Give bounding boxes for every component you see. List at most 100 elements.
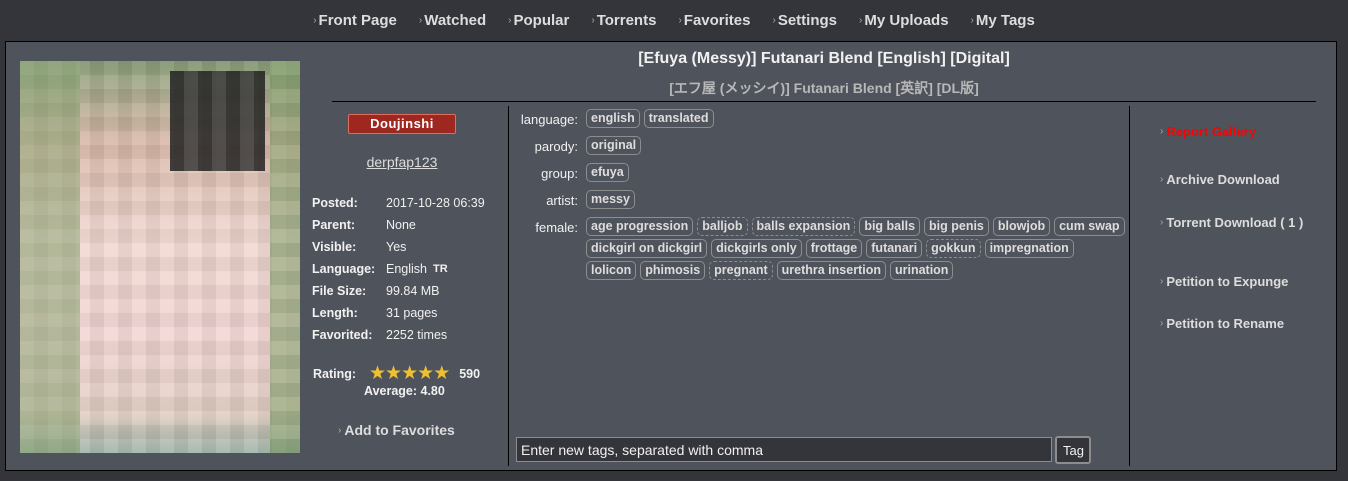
meta-value: 31 pages xyxy=(386,306,438,320)
meta-value: Yes xyxy=(386,240,407,254)
nav-label: Torrents xyxy=(596,11,657,29)
nav-label: My Tags xyxy=(975,11,1035,29)
meta-value: None xyxy=(386,218,416,232)
action-torrent-download-1[interactable]: › Torrent Download ( 1 ) xyxy=(1160,215,1303,230)
tag-group-list: age progression balljob balls expansion big… xyxy=(586,217,1126,280)
action-label: Petition to Expunge xyxy=(1166,274,1289,289)
tag-item[interactable]: impregnation xyxy=(984,239,1074,258)
nav-front-page[interactable]: › Front Page xyxy=(313,12,397,29)
nav-popular[interactable]: › Popular xyxy=(508,12,569,29)
nav-label: Favorites xyxy=(683,11,751,29)
tag-group: artist: messy xyxy=(514,190,1126,211)
rating-label: Rating: xyxy=(313,366,357,381)
tag-item[interactable]: efuya xyxy=(586,163,629,182)
chevron-right-icon: › xyxy=(1160,276,1164,287)
add-to-favorites-link[interactable]: › Add to Favorites xyxy=(338,422,455,438)
action-archive-download[interactable]: › Archive Download xyxy=(1160,172,1280,187)
tag-item[interactable]: urination xyxy=(889,261,954,280)
category-badge[interactable]: Doujinshi xyxy=(348,114,456,134)
new-tag-input[interactable] xyxy=(516,437,1052,462)
meta-key: Visible: xyxy=(312,240,357,254)
chevron-right-icon: › xyxy=(970,14,974,26)
chevron-right-icon: › xyxy=(772,14,776,26)
chevron-right-icon: › xyxy=(1160,126,1164,137)
meta-row: Favorited: 2252 times xyxy=(312,324,485,346)
tag-item[interactable]: dickgirl on dickgirl xyxy=(586,239,708,258)
star-icon[interactable]: ★ xyxy=(385,362,402,385)
nav-label: My Uploads xyxy=(864,11,949,29)
tag-group: group: efuya xyxy=(514,163,1126,184)
tag-item[interactable]: frottage xyxy=(805,239,863,258)
star-icon[interactable]: ★ xyxy=(417,362,434,385)
nav-label: Front Page xyxy=(318,11,397,29)
tag-item[interactable]: urethra insertion xyxy=(776,261,886,280)
nav-watched[interactable]: › Watched xyxy=(419,12,486,29)
chevron-right-icon: › xyxy=(338,424,342,436)
action-petition-to-rename[interactable]: › Petition to Rename xyxy=(1160,316,1284,331)
tag-item[interactable]: age progression xyxy=(586,217,694,236)
star-icon[interactable]: ★ xyxy=(433,362,450,385)
action-petition-to-expunge[interactable]: › Petition to Expunge xyxy=(1160,274,1288,289)
nav-torrents[interactable]: › Torrents xyxy=(591,12,656,29)
action-label: Petition to Rename xyxy=(1166,316,1285,331)
tag-namespace: artist: xyxy=(546,193,578,208)
tag-item[interactable]: big penis xyxy=(924,217,989,236)
tag-item[interactable]: pregnant xyxy=(709,261,773,280)
chevron-right-icon: › xyxy=(1160,174,1164,185)
add-to-favorites-label: Add to Favorites xyxy=(344,422,455,438)
tag-group: language: english translated xyxy=(514,109,1126,130)
meta-key: File Size: xyxy=(312,284,367,298)
column-divider-left xyxy=(508,106,509,466)
meta-value: 2017-10-28 06:39 xyxy=(386,196,485,210)
chevron-right-icon: › xyxy=(418,14,423,26)
nav-settings[interactable]: › Settings xyxy=(772,12,837,29)
tag-group-list: original xyxy=(586,136,1126,157)
tag-item[interactable]: blowjob xyxy=(992,217,1051,236)
meta-row: Length: 31 pages xyxy=(312,302,485,324)
tag-item[interactable]: futanari xyxy=(866,239,923,258)
tag-item[interactable]: big balls xyxy=(859,217,921,236)
star-icon[interactable]: ★ xyxy=(401,362,418,385)
gallery-title-japanese: [エフ屋 (メッシイ)] Futanari Blend [英訳] [DL版] xyxy=(669,80,979,96)
uploader-link[interactable]: derpfap123 xyxy=(332,154,472,170)
tag-submit-button[interactable]: Tag xyxy=(1055,436,1091,464)
gallery-panel: [Efuya (Messy)] Futanari Blend [English]… xyxy=(5,41,1337,471)
nav-my-tags[interactable]: › My Tags xyxy=(971,12,1035,29)
tag-item[interactable]: english xyxy=(586,109,640,128)
action-label: Torrent Download ( 1 ) xyxy=(1166,215,1304,230)
meta-key: Language: xyxy=(312,262,376,276)
column-divider-right xyxy=(1129,106,1130,466)
tag-item[interactable]: translated xyxy=(643,109,714,128)
tag-item[interactable]: balljob xyxy=(697,217,748,236)
nav-label: Settings xyxy=(777,11,838,29)
tag-list: language: english translated parody: origina… xyxy=(514,109,1126,286)
tag-item[interactable]: original xyxy=(586,136,642,155)
nav-my-uploads[interactable]: › My Uploads xyxy=(859,12,949,29)
tag-item[interactable]: dickgirls only xyxy=(711,239,802,258)
tag-item[interactable]: balls expansion xyxy=(751,217,856,236)
nav-favorites[interactable]: › Favorites xyxy=(678,12,750,29)
cover-pixel-dark xyxy=(170,71,265,171)
tag-item[interactable]: gokkun xyxy=(926,239,981,258)
action-report-gallery[interactable]: › Report Gallery xyxy=(1160,124,1256,139)
tag-item[interactable]: messy xyxy=(586,190,635,209)
translated-marker: TR xyxy=(433,263,448,275)
tag-item[interactable]: lolicon xyxy=(586,261,637,280)
rating-average: Average: 4.80 xyxy=(364,384,445,398)
gallery-title: [Efuya (Messy)] Futanari Blend [English]… xyxy=(638,50,1010,67)
cover-image[interactable] xyxy=(20,61,300,453)
tag-namespace: language: xyxy=(520,112,578,127)
meta-row: File Size: 99.84 MB xyxy=(312,280,485,302)
action-label: Archive Download xyxy=(1166,172,1280,187)
meta-row: Language: English TR xyxy=(312,258,485,280)
cover-pixel-right xyxy=(270,61,300,453)
cover-pixel-left xyxy=(20,61,80,453)
star-icon[interactable]: ★ xyxy=(369,362,386,385)
tag-group: parody: original xyxy=(514,136,1126,157)
tag-group-list: messy xyxy=(586,190,1126,211)
tag-item[interactable]: phimosis xyxy=(640,261,706,280)
tag-item[interactable]: cum swap xyxy=(1054,217,1125,236)
chevron-right-icon: › xyxy=(859,14,863,26)
nav-label: Popular xyxy=(513,11,570,29)
rating-stars[interactable]: ★ ★ ★ ★ ★ xyxy=(369,362,450,385)
